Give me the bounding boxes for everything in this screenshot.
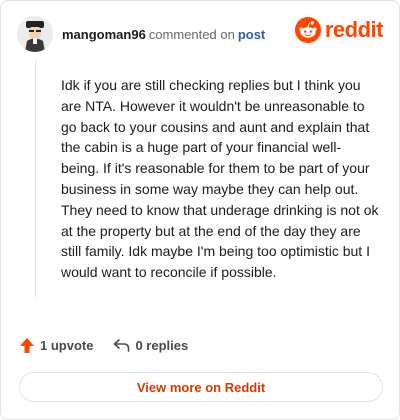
comment-action-text: commented on	[148, 26, 235, 42]
replies-button[interactable]: 0 replies	[113, 338, 188, 353]
replies-count: 0 replies	[135, 338, 189, 353]
view-more-button[interactable]: View more on Reddit	[19, 372, 383, 402]
avatar-image	[17, 16, 53, 52]
username[interactable]: mangoman96	[62, 27, 146, 42]
comment-meta: mangoman96 commented on post	[62, 27, 265, 42]
upvote-count: 1 upvote	[40, 338, 94, 353]
embedded-comment-card: mangoman96 commented on post reddit Idk if…	[0, 0, 400, 420]
thread-line	[35, 61, 36, 297]
reddit-logo[interactable]: reddit	[294, 17, 384, 43]
user-avatar[interactable]	[17, 16, 53, 52]
upvote-button[interactable]: 1 upvote	[19, 337, 93, 354]
reddit-wordmark: reddit	[324, 17, 384, 42]
comment-header: mangoman96 commented on post reddit	[17, 15, 384, 53]
reply-arrow-icon	[114, 339, 130, 352]
upvote-arrow-icon	[20, 338, 34, 353]
post-link[interactable]: post	[238, 27, 265, 42]
comment-body: Idk if you are still checking replies bu…	[61, 77, 379, 281]
reddit-snoo-icon	[294, 17, 321, 43]
comment-footer: 1 upvote 0 replies	[19, 337, 188, 354]
